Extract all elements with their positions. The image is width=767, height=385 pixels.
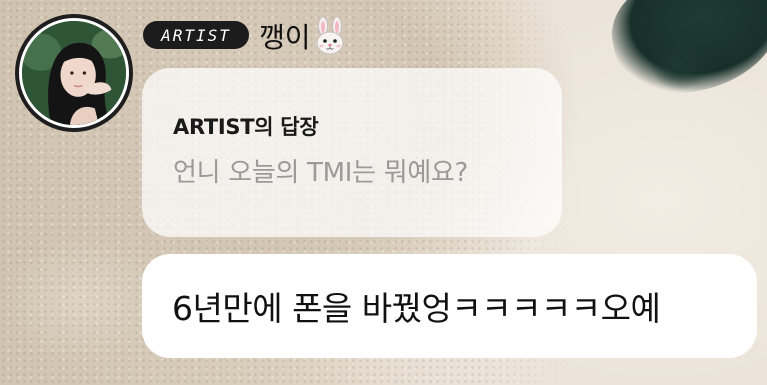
message-bubble[interactable]: 6년만에 폰을 바꿨엉ㅋㅋㅋㅋㅋ오예 [142,254,757,358]
reply-quoted-text: 언니 오늘의 TMI는 뭐예요? [173,158,469,188]
avatar-photo [19,18,129,128]
background-hair-detail-2 [650,40,710,90]
avatar[interactable] [15,14,133,132]
reply-label: ARTIST의 답장 [173,115,319,139]
sender-name: 깽이 [259,14,347,58]
message-text: 6년만에 폰을 바꿨엉ㅋㅋㅋㅋㅋ오예 [172,289,661,328]
reply-bubble[interactable]: ARTIST의 답장 언니 오늘의 TMI는 뭐예요? [142,68,562,237]
artist-badge: ARTIST [143,21,249,49]
profile-photo-icon [22,21,126,125]
rabbit-face-icon [313,16,347,55]
sender-name-text: 깽이 [259,21,311,54]
